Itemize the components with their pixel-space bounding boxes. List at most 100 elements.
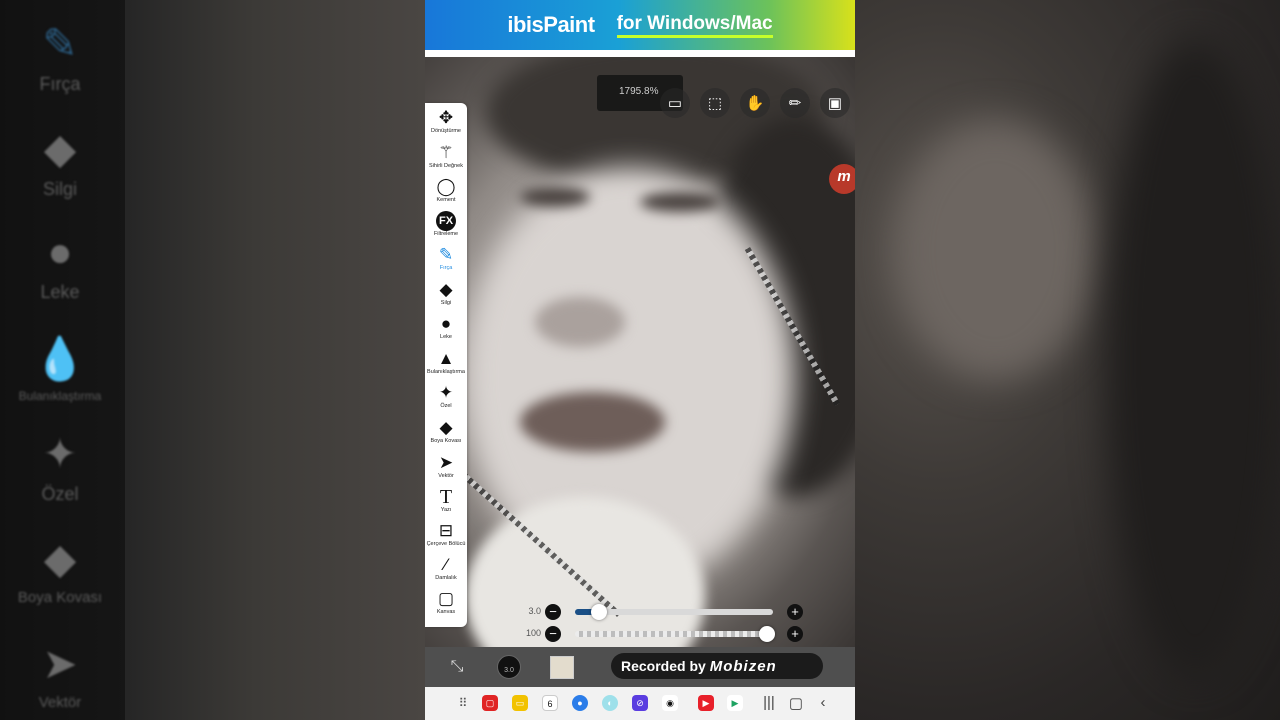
- paint-bucket-icon: ◆: [439, 418, 453, 437]
- frame-divider-icon: ⊟: [438, 521, 454, 540]
- ghost-tool-eraser: ◆ Silgi: [0, 125, 120, 200]
- size-knob[interactable]: [590, 604, 607, 620]
- home-button[interactable]: ▢: [786, 694, 806, 712]
- fx-icon: FX: [436, 211, 456, 231]
- selection-icon[interactable]: ⬚: [700, 88, 730, 118]
- eraser-icon: ◆: [43, 125, 77, 172]
- blurred-right-background: [855, 0, 1280, 720]
- recorded-by-mobizen-watermark: Recorded by Mobizen: [611, 653, 823, 679]
- toggle-icon[interactable]: ▭: [660, 88, 690, 118]
- mobizen-record-bubble[interactable]: m: [829, 164, 855, 194]
- tool-blur[interactable]: ▲ Bulanıklaştırma: [425, 349, 467, 376]
- tool-canvas[interactable]: ▢ Kanvas: [425, 589, 467, 616]
- ruler-icon[interactable]: ✏: [780, 88, 810, 118]
- ghost-label: Özel: [41, 484, 79, 504]
- tool-label: Leke: [440, 334, 452, 340]
- tool-label: Boya Kovası: [430, 438, 462, 444]
- canvas-region: [520, 187, 590, 207]
- tool-label: Çerçeve Bölücü: [426, 541, 466, 547]
- tool-label: Dönüştürme: [431, 128, 461, 134]
- ghost-tool-special: ✦ Özel: [0, 430, 120, 505]
- vector-cursor-icon: ➤: [438, 453, 454, 472]
- size-track[interactable]: [575, 604, 773, 620]
- opacity-track[interactable]: [575, 626, 775, 642]
- tool-label: Özel: [440, 403, 452, 409]
- tool-transform[interactable]: ✥ Dönüştürme: [425, 108, 467, 135]
- tool-label: Silgi: [440, 300, 452, 306]
- ghost-label: Leke: [40, 282, 80, 302]
- special-wand-icon: ✦: [438, 383, 454, 402]
- blur-drop-icon: 💧: [33, 335, 87, 382]
- ibispaint-logo: ibisPaint: [507, 12, 595, 37]
- smudge-icon: ●: [47, 228, 73, 275]
- paint-bucket-icon: ◆: [43, 535, 77, 582]
- tool-label: Kanvas: [436, 609, 456, 615]
- tool-filter[interactable]: FX Filtreleme: [425, 211, 467, 238]
- app-cyan-icon[interactable]: ◐: [602, 695, 618, 711]
- ghost-label: Fırça: [39, 74, 81, 94]
- recents-button[interactable]: |||: [759, 694, 779, 711]
- youtube-icon[interactable]: ▶: [698, 695, 714, 711]
- tool-label: Kement: [436, 197, 456, 203]
- play-store-icon[interactable]: ▶: [727, 695, 743, 711]
- tool-magic-wand[interactable]: ⚚ Sihirli Değnek: [425, 143, 467, 170]
- app-red-icon[interactable]: ▢: [482, 695, 498, 711]
- tool-brush[interactable]: ✎ Fırça: [425, 245, 467, 272]
- app-yellow-icon[interactable]: ▭: [512, 695, 528, 711]
- vector-cursor-icon: ➤: [42, 640, 78, 687]
- messages-icon[interactable]: ●: [572, 695, 588, 711]
- size-decrease-button[interactable]: −: [545, 604, 561, 620]
- app-purple-icon[interactable]: ⊘: [632, 695, 648, 711]
- opacity-decrease-button[interactable]: −: [545, 626, 561, 642]
- tool-label: Sihirli Değnek: [429, 163, 463, 169]
- tool-eraser[interactable]: ◆ Silgi: [425, 280, 467, 307]
- drawing-canvas[interactable]: [425, 57, 855, 647]
- ghost-tool-vector: ➤ Vektör: [0, 640, 120, 711]
- tool-paint-bucket[interactable]: ◆ Boya Kovası: [425, 418, 467, 445]
- move-icon: ✥: [438, 108, 454, 127]
- transform-arrows-icon[interactable]: ⤡: [445, 655, 469, 679]
- tool-vector[interactable]: ➤ Vektör: [425, 453, 467, 480]
- blur-shape: [1105, 40, 1280, 680]
- tool-label: Vektör: [438, 473, 454, 479]
- brush-size-button[interactable]: 3.0: [497, 655, 521, 679]
- android-navigation-bar: ⠿ ▢ ▭ 6 ● ◐ ⊘ ◉ ▶ ▶ ||| ▢ ‹: [425, 687, 855, 720]
- brush-size-value: 3.0: [528, 606, 541, 616]
- tool-label: Fırça: [439, 265, 453, 271]
- back-button[interactable]: ‹: [813, 694, 833, 711]
- blurred-left-background: ✎ Fırça ◆ Silgi ● Leke 💧 Bulanıklaştırma…: [0, 0, 425, 720]
- camera-icon[interactable]: ◉: [662, 695, 678, 711]
- apps-grid-icon[interactable]: ⠿: [455, 695, 471, 711]
- tool-smudge[interactable]: ● Leke: [425, 314, 467, 341]
- ghost-tool-brush: ✎ Fırça: [0, 20, 120, 95]
- canvas-region: [535, 297, 625, 347]
- tool-eyedropper[interactable]: ⁄ Damlalık: [425, 555, 467, 582]
- ghost-label: Bulanıklaştırma: [18, 389, 102, 403]
- opacity-increase-button[interactable]: +: [787, 626, 803, 642]
- ghost-label: Silgi: [42, 179, 77, 199]
- color-swatch[interactable]: [550, 656, 574, 679]
- size-increase-button[interactable]: +: [787, 604, 803, 620]
- brush-icon: ✎: [438, 245, 454, 264]
- promo-banner[interactable]: ibisPaint for Windows/Mac: [425, 0, 855, 50]
- reference-image-icon[interactable]: ▣: [820, 88, 850, 118]
- ghost-label: Vektör: [38, 694, 82, 711]
- calendar-icon[interactable]: 6: [542, 695, 558, 711]
- tool-text[interactable]: T Yazı: [425, 487, 467, 514]
- opacity-value: 100: [525, 628, 541, 638]
- tool-label: Damlalık: [435, 575, 457, 581]
- banner-tagline: for Windows/Mac: [616, 13, 773, 38]
- canvas-region: [520, 392, 665, 452]
- opacity-knob[interactable]: [759, 626, 775, 642]
- eraser-icon: ◆: [439, 280, 453, 299]
- special-wand-icon: ✦: [42, 430, 78, 477]
- brush-icon: ✎: [42, 20, 78, 67]
- ghost-label: Boya Kovası: [17, 589, 103, 606]
- canvas-icon: ▢: [437, 589, 455, 608]
- eyedropper-icon: ⁄: [444, 555, 448, 574]
- tool-lasso[interactable]: ◯ Kement: [425, 177, 467, 204]
- brush-size-slider: 3.0 − +: [519, 604, 809, 620]
- tool-special[interactable]: ✦ Özel: [425, 383, 467, 410]
- tool-frame-divider[interactable]: ⊟ Çerçeve Bölücü: [425, 521, 467, 548]
- hand-icon[interactable]: ✋: [740, 88, 770, 118]
